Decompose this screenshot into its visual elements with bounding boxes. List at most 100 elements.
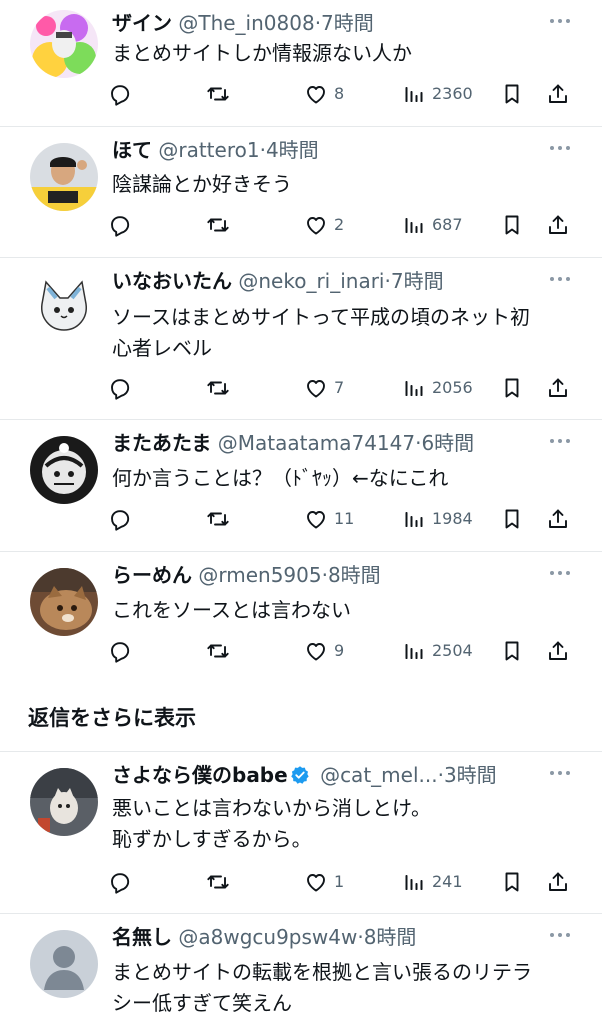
user-handle[interactable]: @rattero1 — [158, 138, 259, 162]
tweet-text-line: ソースはまとめサイトって平成の頃のネット初 — [112, 305, 530, 329]
bookmark-button[interactable] — [500, 505, 524, 533]
views-button[interactable]: 241 — [402, 868, 463, 896]
timestamp[interactable]: 7時間 — [391, 269, 444, 293]
reply-icon — [111, 85, 130, 106]
tweet-text-line: まとめサイトの転載を根拠と言い張るのリテラ — [112, 960, 532, 984]
share-icon — [549, 872, 567, 891]
reply-button[interactable] — [108, 637, 132, 665]
tweet-header: またあたま @Mataatama74147·6時間 — [112, 428, 552, 458]
bookmark-button[interactable] — [500, 80, 524, 108]
tweet-header: ほて @rattero1·4時間 — [112, 135, 552, 165]
user-handle[interactable]: @The_in0808 — [178, 11, 314, 35]
retweet-button[interactable] — [206, 374, 230, 402]
avatar[interactable] — [30, 436, 98, 504]
user-handle[interactable]: @neko_ri_inari — [238, 269, 384, 293]
share-button[interactable] — [546, 374, 570, 402]
like-button[interactable]: 2 — [304, 211, 344, 239]
user-name[interactable]: らーめん — [112, 563, 192, 587]
reply-tweet[interactable]: いなおいたん @neko_ri_inari·7時間 ソースはまとめサイトって平成… — [0, 258, 602, 420]
share-button[interactable] — [546, 80, 570, 108]
action-bar: 1 241 — [108, 868, 574, 896]
share-button[interactable] — [546, 868, 570, 896]
more-options-icon[interactable] — [548, 922, 572, 948]
retweet-button[interactable] — [206, 505, 230, 533]
like-button[interactable]: 8 — [304, 80, 344, 108]
avatar[interactable] — [30, 143, 98, 211]
bookmark-button[interactable] — [500, 637, 524, 665]
retweet-button[interactable] — [206, 211, 230, 239]
timestamp[interactable]: 7時間 — [321, 11, 374, 35]
like-button[interactable]: 9 — [304, 637, 344, 665]
bookmark-button[interactable] — [500, 868, 524, 896]
user-name[interactable]: またあたま — [112, 431, 211, 455]
user-name[interactable]: ザイン — [112, 11, 172, 35]
user-name[interactable]: ほて — [112, 138, 152, 162]
user-handle[interactable]: @Mataatama74147 — [218, 431, 415, 455]
timestamp[interactable]: 8時間 — [328, 563, 381, 587]
reply-button[interactable] — [108, 505, 132, 533]
user-name[interactable]: さよなら僕のbabe — [112, 763, 288, 787]
like-button[interactable]: 7 — [304, 374, 344, 402]
reply-tweet[interactable]: ザイン @The_in0808·7時間 まとめサイトしか情報源ない人か 8 23… — [0, 0, 602, 127]
more-options-icon[interactable] — [548, 266, 572, 292]
like-button[interactable]: 1 — [304, 868, 344, 896]
user-handle[interactable]: @cat_mel... — [320, 763, 438, 787]
user-handle[interactable]: @a8wgcu9psw4w — [178, 925, 357, 949]
reply-tweet[interactable]: 名無し @a8wgcu9psw4w·8時間 まとめサイトの転載を根拠と言い張るの… — [0, 914, 602, 1024]
tweet-text-line: 陰謀論とか好きそう — [112, 172, 292, 196]
bookmark-icon — [505, 872, 519, 892]
more-options-icon[interactable] — [548, 560, 572, 586]
share-button[interactable] — [546, 505, 570, 533]
more-options-icon[interactable] — [548, 428, 572, 454]
bookmark-icon — [505, 84, 519, 104]
retweet-icon — [207, 381, 229, 395]
avatar[interactable] — [30, 274, 98, 342]
views-button[interactable]: 687 — [402, 211, 463, 239]
more-options-icon[interactable] — [548, 8, 572, 34]
share-button[interactable] — [546, 211, 570, 239]
user-name[interactable]: 名無し — [112, 925, 172, 949]
avatar[interactable] — [30, 568, 98, 636]
reply-button[interactable] — [108, 868, 132, 896]
more-options-icon[interactable] — [548, 760, 572, 786]
reply-button[interactable] — [108, 211, 132, 239]
reply-icon — [111, 216, 130, 237]
views-button[interactable]: 2360 — [402, 80, 473, 108]
reply-button[interactable] — [108, 374, 132, 402]
tweet-text: これをソースとは言わない — [112, 595, 578, 626]
user-handle[interactable]: @rmen5905 — [198, 563, 321, 587]
tweet-text-line: まとめサイトしか情報源ない人か — [112, 41, 412, 65]
retweet-button[interactable] — [206, 637, 230, 665]
retweet-icon — [207, 512, 229, 526]
like-button[interactable]: 11 — [304, 505, 354, 533]
timestamp[interactable]: 3時間 — [444, 763, 497, 787]
views-button[interactable]: 2056 — [402, 374, 473, 402]
bookmark-icon — [505, 378, 519, 398]
reply-button[interactable] — [108, 80, 132, 108]
show-more-replies-link[interactable]: 返信をさらに表示 — [28, 702, 196, 734]
avatar[interactable] — [30, 10, 98, 78]
user-name[interactable]: いなおいたん — [112, 269, 232, 293]
action-bar: 2 687 — [108, 211, 574, 239]
avatar[interactable] — [30, 768, 98, 836]
retweet-button[interactable] — [206, 868, 230, 896]
reply-tweet[interactable]: らーめん @rmen5905·8時間 これをソースとは言わない 9 2504 — [0, 552, 602, 684]
bookmark-button[interactable] — [500, 374, 524, 402]
timestamp[interactable]: 4時間 — [266, 138, 319, 162]
tweet-text-line: 悪いことは言わないから消しとけ。 — [112, 796, 431, 820]
heart-icon — [307, 874, 325, 892]
timestamp[interactable]: 8時間 — [364, 925, 417, 949]
reply-tweet[interactable]: またあたま @Mataatama74147·6時間 何か言うことは？（ﾄﾞﾔｯ）… — [0, 420, 602, 552]
views-button[interactable]: 1984 — [402, 505, 473, 533]
share-button[interactable] — [546, 637, 570, 665]
heart-icon — [307, 217, 325, 235]
more-options-icon[interactable] — [548, 135, 572, 161]
reply-tweet[interactable]: ほて @rattero1·4時間 陰謀論とか好きそう 2 687 — [0, 127, 602, 258]
timestamp[interactable]: 6時間 — [421, 431, 474, 455]
reply-tweet[interactable]: さよなら僕のbabe @cat_mel...·3時間 悪いことは言わないから消し… — [0, 752, 602, 914]
bookmark-button[interactable] — [500, 211, 524, 239]
avatar[interactable] — [30, 930, 98, 998]
retweet-button[interactable] — [206, 80, 230, 108]
tweet-text: まとめサイトの転載を根拠と言い張るのリテラ シー低すぎて笑えん — [112, 957, 578, 1019]
views-button[interactable]: 2504 — [402, 637, 473, 665]
